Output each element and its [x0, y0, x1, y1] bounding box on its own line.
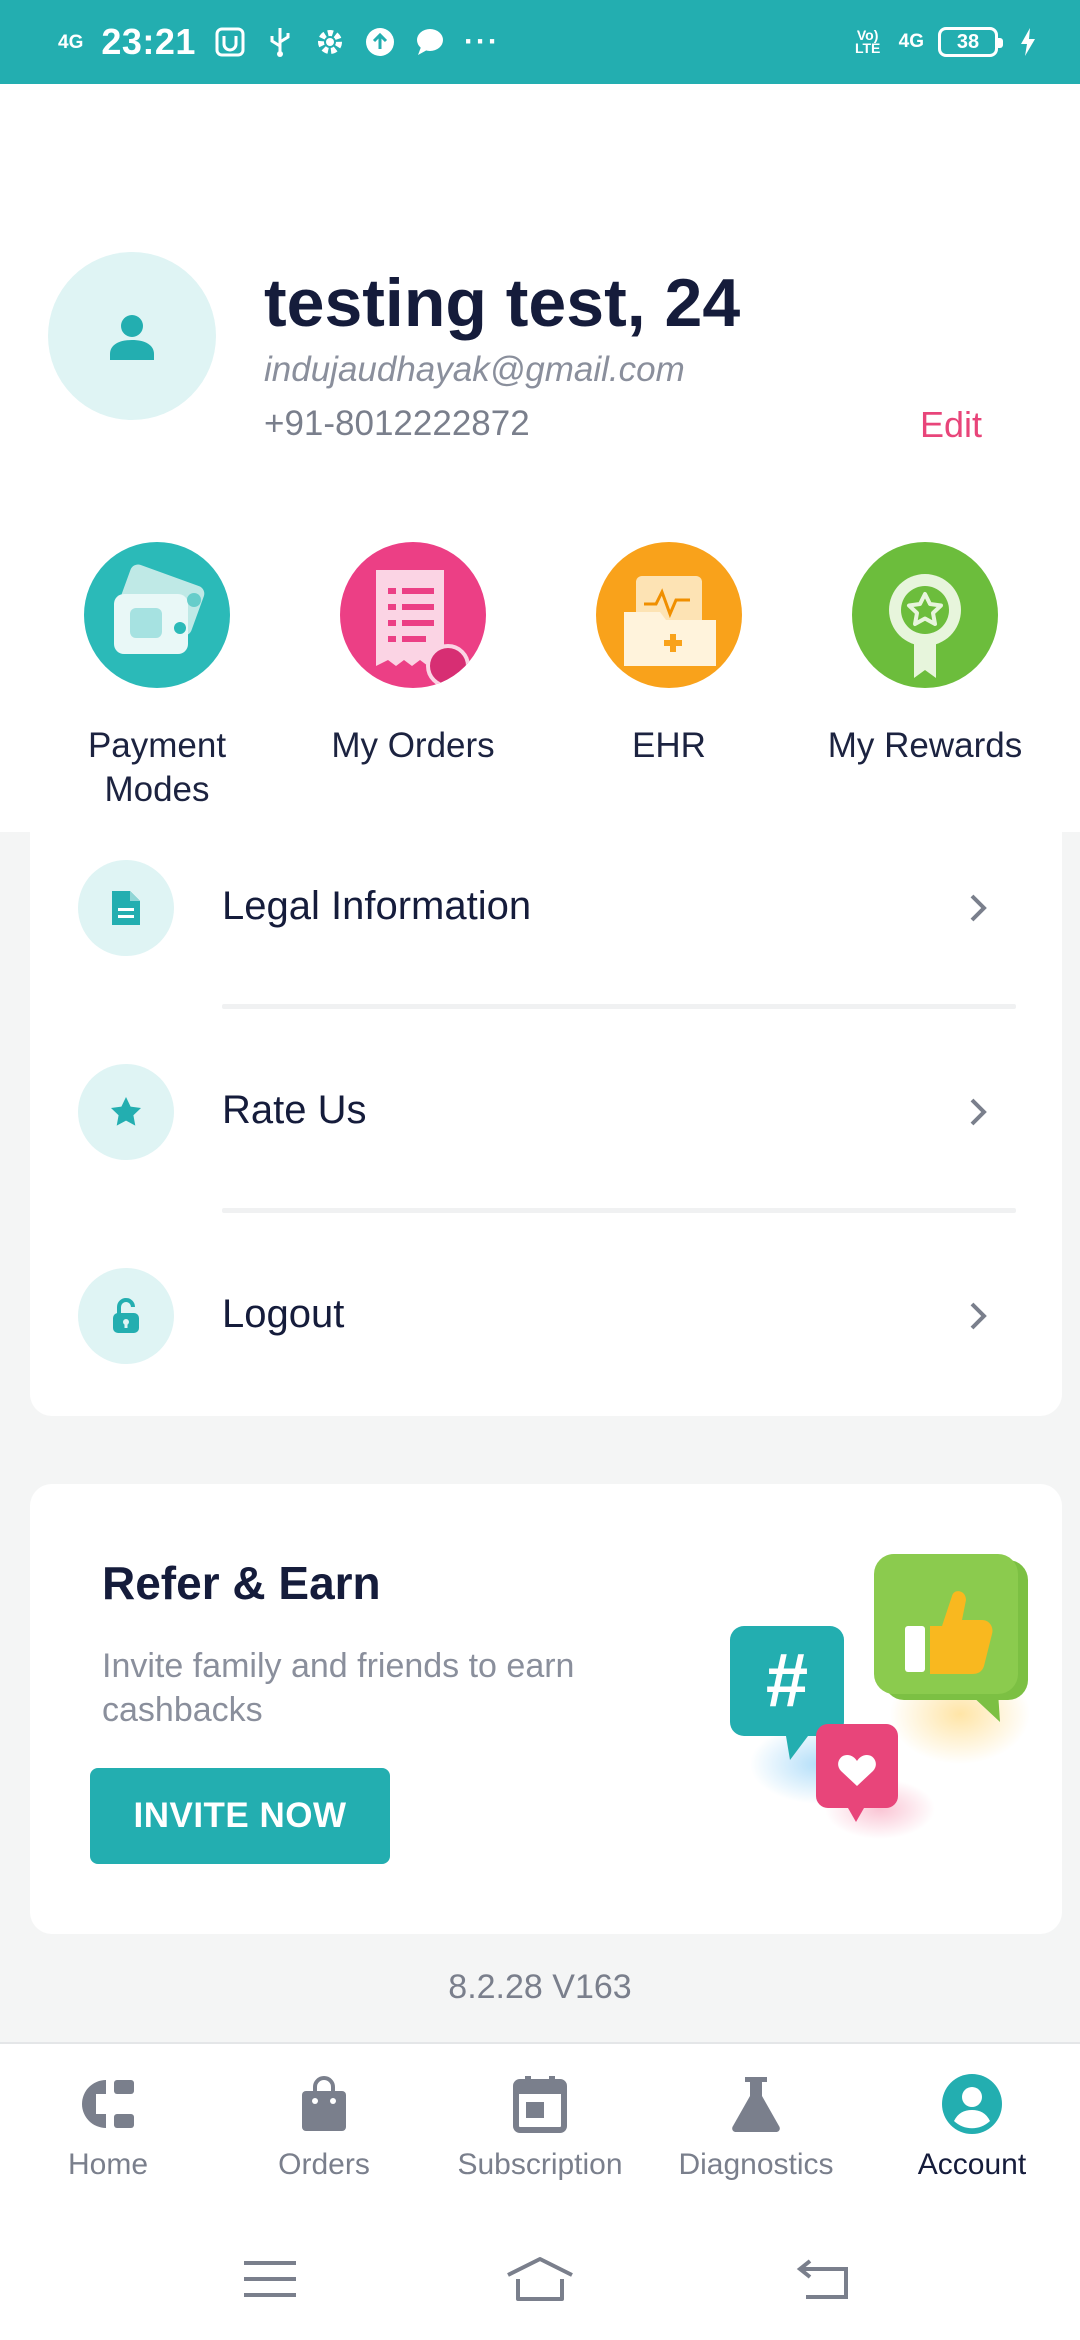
divider [222, 1208, 1016, 1213]
menu-item-legal-information[interactable]: Legal Information [30, 832, 1062, 1032]
network-indicator-right: 4G [898, 31, 924, 52]
divider [222, 1004, 1016, 1009]
star-icon [78, 1064, 174, 1160]
volte-indicator: Vo) LTE [854, 27, 881, 56]
menu-item-label: Legal Information [222, 884, 532, 928]
menu-item-rate-us[interactable]: Rate Us [30, 1036, 1062, 1236]
user-email: indujaudhayak@gmail.com [264, 350, 685, 389]
receipt-icon [340, 542, 486, 688]
usb-icon [264, 26, 296, 58]
menu-item-label: Logout [222, 1292, 345, 1336]
quick-action-label: Payment Modes [87, 726, 227, 809]
wallet-card-icon [84, 542, 230, 688]
back-nav-icon[interactable] [784, 2254, 864, 2304]
health-record-folder-icon [596, 542, 742, 688]
social-share-illustration: # [730, 1554, 1030, 1839]
status-bar: 4G 23:21 ··· Vo) LTE 4G 38 [0, 0, 1080, 84]
quick-action-ehr[interactable]: EHR [541, 542, 797, 768]
quick-action-payment-modes[interactable]: Payment Modes [29, 542, 285, 812]
shopping-bag-icon [292, 2072, 356, 2136]
nav-label: Subscription [457, 2148, 623, 2181]
refer-title: Refer & Earn [102, 1557, 381, 1609]
bottom-navigation: Home Orders Subscription Diagnostics Acc… [0, 2042, 1080, 2216]
nav-label: Diagnostics [678, 2148, 834, 2181]
upload-icon [364, 26, 396, 58]
quick-action-label: EHR [632, 726, 706, 765]
nav-account[interactable]: Account [864, 2072, 1080, 2182]
menu-item-logout[interactable]: Logout [30, 1240, 1062, 1440]
nav-label: Orders [278, 2148, 370, 2181]
home-logo-icon [76, 2072, 140, 2136]
app-version: 8.2.28 V163 [448, 1968, 632, 2006]
more-notifications-icon: ··· [463, 25, 500, 58]
chevron-right-icon [970, 894, 987, 922]
nav-label: Account [917, 2148, 1027, 2181]
home-nav-icon[interactable] [500, 2254, 580, 2304]
app-notification-icon [214, 26, 246, 58]
system-navigation-bar [0, 2216, 1080, 2340]
recents-menu-icon[interactable] [230, 2254, 310, 2304]
menu-list: Legal Information Rate Us Logout [30, 832, 1062, 1416]
nav-diagnostics[interactable]: Diagnostics [648, 2072, 864, 2182]
document-icon [78, 860, 174, 956]
user-name: testing test, 24 [264, 265, 741, 341]
svg-text:#: # [766, 1638, 808, 1723]
quick-action-my-rewards[interactable]: My Rewards [797, 542, 1053, 768]
edit-profile-link[interactable]: Edit [920, 404, 982, 446]
user-phone: +91-8012222872 [264, 404, 530, 443]
clock: 23:21 [101, 21, 196, 62]
chevron-right-icon [970, 1098, 987, 1126]
settings-gear-icon [314, 26, 346, 58]
nav-orders[interactable]: Orders [216, 2072, 432, 2182]
nav-home[interactable]: Home [0, 2072, 216, 2182]
chat-bubble-icon [414, 26, 446, 58]
user-icon [110, 315, 154, 360]
flask-icon [724, 2072, 788, 2136]
battery-level: 38 [956, 30, 980, 53]
calendar-icon [508, 2072, 572, 2136]
refer-earn-card: Refer & Earn Invite family and friends t… [30, 1484, 1062, 1934]
quick-action-label: My Orders [331, 726, 495, 765]
nav-label: Home [67, 2148, 149, 2181]
menu-item-label: Rate Us [222, 1088, 367, 1132]
quick-action-label: My Rewards [827, 726, 1023, 765]
avatar[interactable] [48, 252, 216, 420]
refer-subtitle: Invite family and friends to earn cashba… [102, 1647, 575, 1729]
chevron-right-icon [970, 1302, 987, 1330]
charging-icon [1012, 26, 1044, 58]
invite-now-button[interactable]: INVITE NOW [90, 1768, 390, 1864]
network-indicator: 4G [58, 31, 84, 53]
account-icon [940, 2072, 1004, 2136]
unlock-icon [78, 1268, 174, 1364]
profile-header: testing test, 24 indujaudhayak@gmail.com… [0, 84, 1080, 832]
nav-subscription[interactable]: Subscription [432, 2072, 648, 2182]
battery-icon: 38 [938, 27, 1003, 57]
quick-action-my-orders[interactable]: My Orders [285, 542, 541, 768]
reward-badge-icon [852, 542, 998, 688]
